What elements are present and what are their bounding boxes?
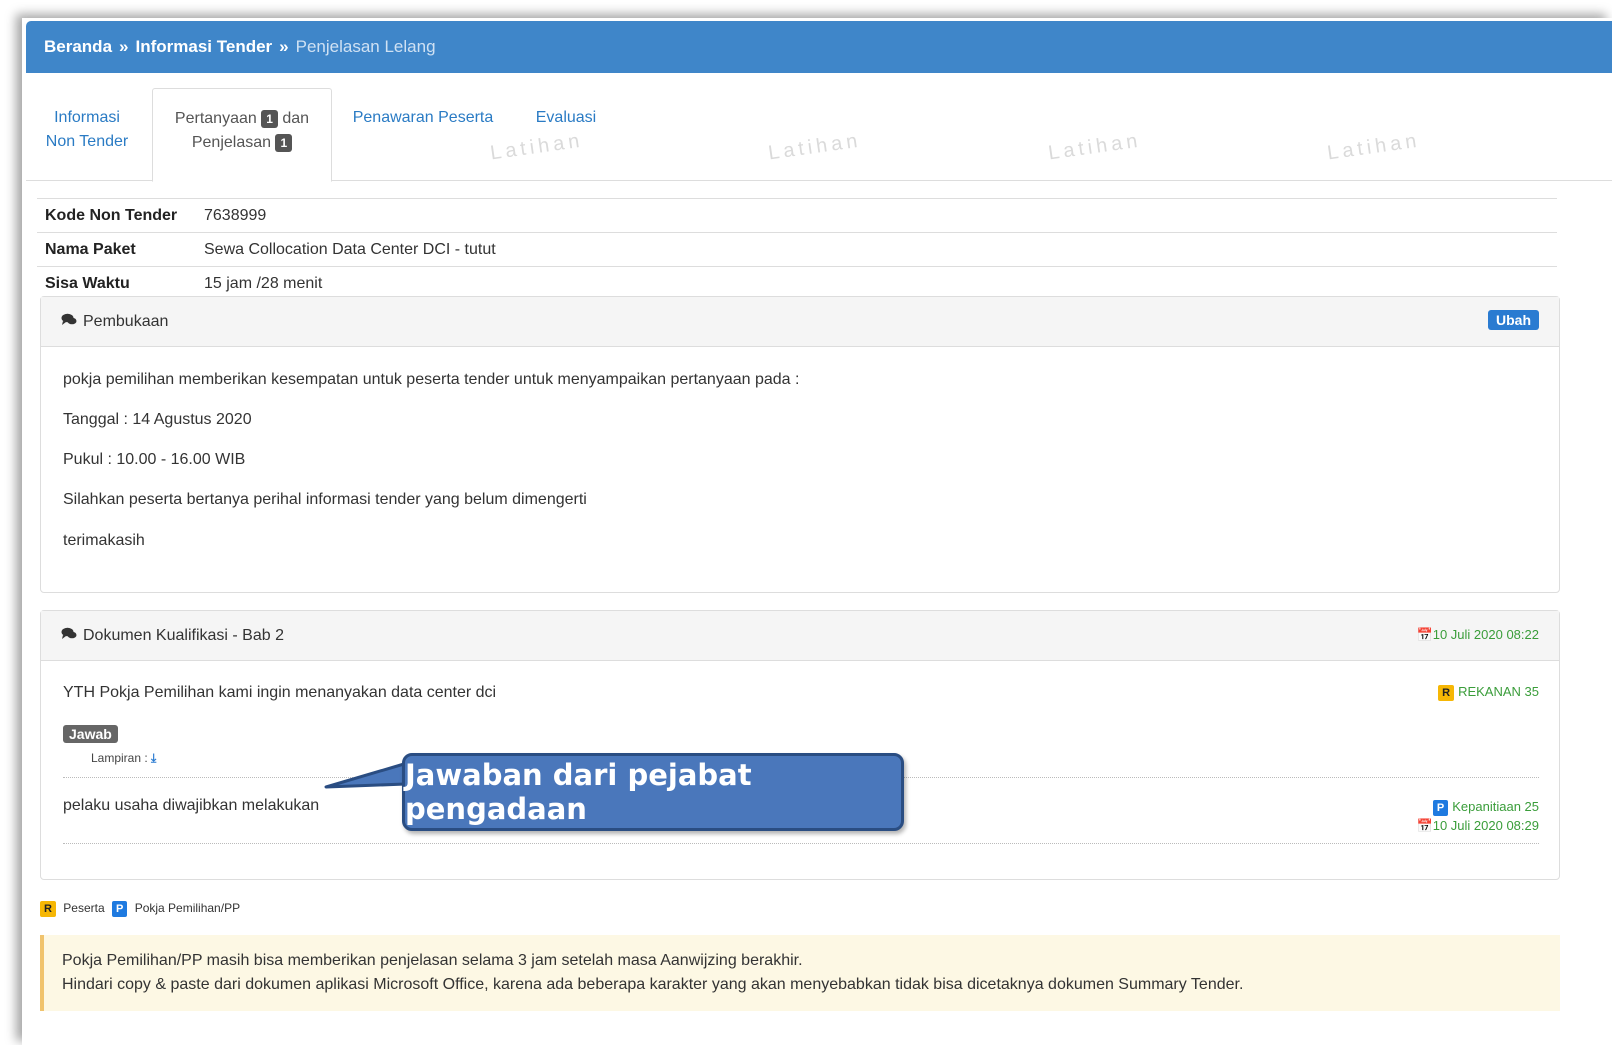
- jawab-label: Jawab: [63, 725, 118, 743]
- announcement-text: Silahkan peserta bertanya perihal inform…: [63, 491, 587, 508]
- answer-date: 10 Juli 2020 08:29: [1432, 818, 1539, 833]
- announcement-text: Tanggal : 14 Agustus 2020: [63, 411, 252, 428]
- callout-annotation: Jawaban dari pejabat pengadaan: [402, 753, 904, 831]
- divider: [63, 843, 1539, 844]
- edit-button[interactable]: Ubah: [1488, 310, 1539, 330]
- peserta-badge: R: [40, 901, 56, 917]
- dokumen-panel: Dokumen Kualifikasi - Bab 2 📅10 Juli 202…: [40, 610, 1560, 880]
- tab-penawaran-peserta[interactable]: Penawaran Peserta: [348, 106, 498, 130]
- calendar-icon: 📅: [1416, 627, 1433, 642]
- announcement-text: Pukul : 10.00 - 16.00 WIB: [63, 451, 246, 468]
- legend-label: Peserta: [63, 901, 105, 915]
- breadcrumb-info-link[interactable]: Informasi Tender: [136, 37, 273, 57]
- panel-title: Dokumen Kualifikasi - Bab 2: [83, 626, 284, 644]
- tab-label: Pertanyaan: [174, 110, 257, 127]
- breadcrumb: Beranda » Informasi Tender » Penjelasan …: [26, 21, 1612, 73]
- info-label: Nama Paket: [45, 240, 136, 258]
- breadcrumb-current: Penjelasan Lelang: [295, 37, 436, 56]
- pembukaan-panel: Pembukaan Ubah pokja pemilihan memberika…: [40, 296, 1560, 593]
- attachment-row: Lampiran : ⤓: [91, 751, 157, 765]
- info-value: Sewa Collocation Data Center DCI - tutut: [204, 240, 496, 258]
- pokja-badge: P: [112, 901, 128, 917]
- answer-author: Kepanitiaan 25: [1452, 799, 1539, 814]
- tab-label: dan: [282, 110, 310, 127]
- tab-evaluasi[interactable]: Evaluasi: [526, 106, 606, 130]
- panel-header: Pembukaan Ubah: [41, 297, 1559, 347]
- calendar-icon: 📅: [1416, 818, 1433, 833]
- tab-pertanyaan-penjelasan[interactable]: Pertanyaan 1 dan Penjelasan 1: [152, 88, 332, 182]
- comments-icon: [61, 313, 79, 331]
- post-date: 📅10 Juli 2020 08:22: [1416, 627, 1539, 642]
- page-frame: Beranda » Informasi Tender » Penjelasan …: [22, 18, 1612, 1045]
- info-label: Sisa Waktu: [45, 275, 130, 292]
- tab-informasi-non-tender[interactable]: Informasi Non Tender: [42, 106, 132, 154]
- notice-text: Pokja Pemilihan/PP masih bisa memberikan…: [62, 952, 803, 969]
- question-text: YTH Pokja Pemilihan kami ingin menanyaka…: [63, 684, 497, 701]
- count-badge: 1: [275, 133, 293, 152]
- tab-label: Informasi: [54, 109, 120, 126]
- info-value: 7638999: [204, 206, 267, 224]
- tab-label: Non Tender: [45, 133, 129, 150]
- info-value: 15 jam /28 menit: [204, 275, 323, 292]
- breadcrumb-separator: »: [119, 37, 129, 56]
- legend: R Peserta P Pokja Pemilihan/PP: [40, 901, 240, 917]
- pokja-badge: P: [1432, 800, 1449, 816]
- info-label: Kode Non Tender: [45, 206, 178, 224]
- download-icon[interactable]: ⤓: [151, 751, 156, 765]
- answer-text: pelaku usaha diwajibkan melakukan: [63, 797, 320, 814]
- notice-text: Hindari copy & paste dari dokumen aplika…: [62, 976, 1244, 993]
- question-author: R REKANAN 35: [1438, 684, 1539, 701]
- panel-header: Dokumen Kualifikasi - Bab 2 📅10 Juli 202…: [41, 611, 1559, 661]
- legend-label: Pokja Pemilihan/PP: [134, 901, 241, 915]
- announcement-text: pokja pemilihan memberikan kesempatan un…: [63, 371, 800, 388]
- tender-info-table: Kode Non Tender 7638999 Nama Paket Sewa …: [37, 198, 1557, 301]
- announcement-text: terimakasih: [63, 532, 145, 549]
- answer-meta: P Kepanitiaan 25 📅10 Juli 2020 08:29: [1417, 797, 1539, 835]
- peserta-badge: R: [1438, 685, 1455, 701]
- breadcrumb-home-link[interactable]: Beranda: [44, 37, 112, 57]
- tab-label: Evaluasi: [535, 109, 597, 126]
- tab-label: Penawaran Peserta: [352, 109, 494, 126]
- panel-title: Pembukaan: [83, 312, 169, 330]
- notice-box: Pokja Pemilihan/PP masih bisa memberikan…: [40, 935, 1560, 1011]
- breadcrumb-separator: »: [279, 37, 289, 56]
- comments-icon: [61, 627, 79, 645]
- info-row-kode: Kode Non Tender 7638999: [37, 199, 1557, 233]
- info-row-nama: Nama Paket Sewa Collocation Data Center …: [37, 233, 1557, 267]
- tab-label: Penjelasan: [191, 134, 272, 151]
- count-badge: 1: [261, 109, 278, 128]
